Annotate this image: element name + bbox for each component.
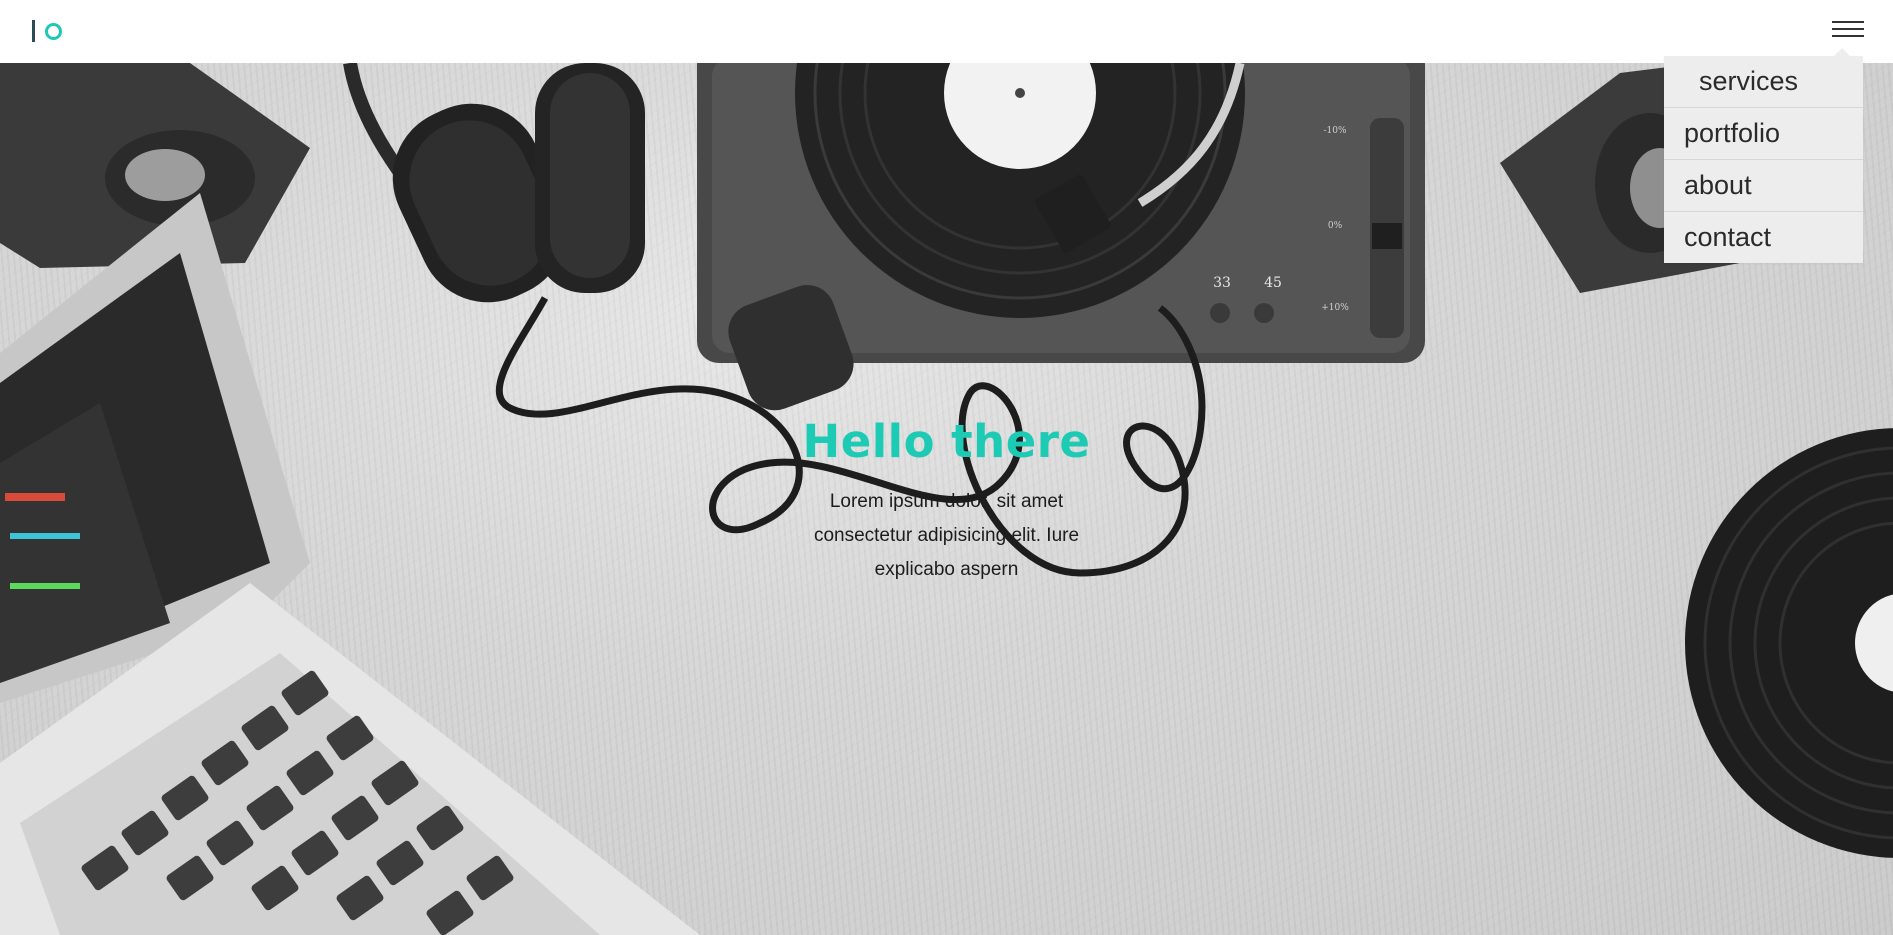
- speed-label-45: 45: [1264, 275, 1282, 291]
- hamburger-menu-icon[interactable]: [1832, 20, 1864, 40]
- speed-label-33: 33: [1213, 275, 1231, 291]
- logo-bar: [32, 20, 35, 42]
- vinyl-record-image: [1685, 428, 1893, 858]
- hero-text: Hello there Lorem ipsum dolor, sit amet …: [700, 415, 1193, 587]
- laptop-image: [0, 193, 700, 935]
- hero-subtitle: Lorem ipsum dolor, sit amet consectetur …: [813, 491, 1080, 580]
- headphones-image: [343, 63, 645, 303]
- hero-section: 33 45 -10% 0% +10% Hello there Lorem ips…: [0, 63, 1893, 935]
- menu-item-portfolio[interactable]: portfolio: [1664, 108, 1863, 160]
- site-header: [0, 0, 1893, 63]
- hero-title: Hello there: [802, 415, 1091, 468]
- dropdown-menu: services portfolio about contact: [1664, 48, 1863, 263]
- menu-item-services[interactable]: services: [1664, 56, 1863, 108]
- menu-item-about[interactable]: about: [1664, 160, 1863, 212]
- logo-icon[interactable]: [32, 17, 62, 45]
- pitch-label-zero: 0%: [1328, 221, 1343, 231]
- logo-ring: [45, 22, 62, 40]
- menu-item-contact[interactable]: contact: [1664, 212, 1863, 263]
- turntable-image: 33 45 -10% 0% +10%: [697, 63, 1425, 411]
- pitch-label-plus: +10%: [1321, 303, 1349, 313]
- pitch-label-minus: -10%: [1323, 126, 1346, 136]
